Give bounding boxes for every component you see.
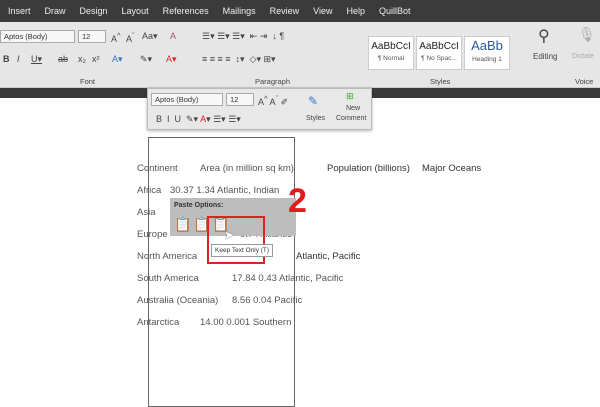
row-name: North America <box>137 251 198 262</box>
new-comment-label-1[interactable]: New <box>346 105 360 112</box>
row-values: Atlantic, Pacific <box>296 251 361 262</box>
dictate-button[interactable]: Dictate <box>572 53 594 60</box>
tab-view[interactable]: View <box>313 6 332 16</box>
header-continent: Continent <box>137 163 178 174</box>
keep-text-only-tooltip: Keep Text Only (T) <box>211 244 274 257</box>
style-normal[interactable]: AaBbCcI ¶ Normal <box>368 36 414 70</box>
tab-layout[interactable]: Layout <box>122 6 149 16</box>
header-oceans: Major Oceans <box>422 163 482 174</box>
tab-references[interactable]: References <box>163 6 209 16</box>
mini-format-icons[interactable]: B I U ✎▾ A▾ ☰▾ ☰▾ <box>156 114 241 125</box>
keep-source-formatting-icon[interactable]: 📋 <box>174 216 191 233</box>
style-heading-1[interactable]: AaBb Heading 1 <box>464 36 510 70</box>
tab-mailings[interactable]: Mailings <box>223 6 256 16</box>
style-name: Heading 1 <box>472 56 502 63</box>
mini-font-size[interactable]: 12 <box>226 93 254 106</box>
subscript-icon[interactable]: x₂ <box>78 54 86 64</box>
row-name: Africa <box>137 185 162 196</box>
font-size-select[interactable]: 12 <box>78 30 106 43</box>
row-values: 14.00 0.001 Southern <box>200 317 292 328</box>
header-area: Area (in million sq km) <box>200 163 294 174</box>
row-name: Australia (Oceania) <box>137 295 219 306</box>
underline-icon[interactable]: U▾ <box>31 54 42 65</box>
text-effects-icon[interactable]: A▾ <box>112 54 123 65</box>
header-population: Population (billions) <box>327 163 410 174</box>
search-icon: ⚲ <box>538 28 550 45</box>
shrink-font-icon[interactable]: Aˇ <box>126 31 135 44</box>
bold-icon[interactable]: B <box>3 54 10 64</box>
voice-group-label: Voice <box>575 77 594 86</box>
tab-review[interactable]: Review <box>270 6 300 16</box>
style-name: ¶ No Spac... <box>421 55 457 62</box>
ribbon: Aptos (Body) 12 A^ Aˇ Aa▾ A B I U▾ ab x₂… <box>0 22 600 88</box>
mini-grow-font-icon[interactable]: A^ Aˇ ✐ <box>258 94 288 108</box>
highlight-icon[interactable]: ✎▾ <box>140 54 152 65</box>
style-name: ¶ Normal <box>377 55 405 62</box>
style-preview: AaBbCcI <box>419 41 459 52</box>
font-name-select[interactable]: Aptos (Body) <box>0 30 75 43</box>
row-name: Europe <box>137 229 168 240</box>
row-name: South America <box>137 273 199 284</box>
clear-format-icon[interactable]: A <box>170 31 176 41</box>
row-values: 17.84 0.43 Atlantic, Pacific <box>232 273 344 284</box>
mini-font-name[interactable]: Aptos (Body) <box>151 93 223 106</box>
editing-button[interactable]: Editing <box>533 52 557 61</box>
paste-options-title: Paste Options: <box>174 202 224 209</box>
mouse-cursor-icon: ➤ <box>224 228 235 242</box>
styles-icon[interactable]: ✎ <box>308 94 318 108</box>
ribbon-tabs: Insert Draw Design Layout References Mai… <box>0 0 600 22</box>
grow-font-icon[interactable]: A^ <box>111 31 121 44</box>
style-preview: AaBbCcI <box>371 41 411 52</box>
tab-insert[interactable]: Insert <box>8 6 31 16</box>
text-box-outline <box>148 137 295 407</box>
mini-toolbar: Aptos (Body) 12 A^ Aˇ ✐ B I U ✎▾ A▾ ☰▾ ☰… <box>147 88 372 130</box>
tab-help[interactable]: Help <box>347 6 366 16</box>
alignment-icons[interactable]: ≡ ≡ ≡ ≡ ↕▾ ◇▾ ⊞▾ <box>202 54 276 65</box>
tab-quillbot[interactable]: QuillBot <box>379 6 411 16</box>
italic-icon[interactable]: I <box>17 54 20 64</box>
bullets-icon[interactable]: ☰▾ ☰▾ ☰▾ ⇤ ⇥ ↓ ¶ <box>202 31 284 42</box>
mini-styles-button[interactable]: Styles <box>306 115 325 122</box>
tab-design[interactable]: Design <box>80 6 108 16</box>
superscript-icon[interactable]: x² <box>92 54 100 64</box>
microphone-icon: 🎙 <box>578 26 596 42</box>
styles-group-label: Styles <box>430 77 451 86</box>
change-case-icon[interactable]: Aa▾ <box>142 31 158 42</box>
new-comment-label-2[interactable]: Comment <box>336 115 366 122</box>
step-number-annotation: 2 <box>288 182 307 220</box>
new-comment-icon: ⊞ <box>346 91 354 101</box>
paragraph-group-label: Paragraph <box>255 77 291 86</box>
strikethrough-icon[interactable]: ab <box>58 54 68 64</box>
row-name: Antarctica <box>137 317 180 328</box>
row-values: 30.37 1.34 Atlantic, Indian <box>170 185 280 196</box>
style-preview: AaBb <box>471 38 503 53</box>
font-color-icon[interactable]: A▾ <box>166 54 177 65</box>
row-name: Asia <box>137 207 156 218</box>
font-group-label: Font <box>80 77 96 86</box>
row-values: 8.56 0.04 Pacific <box>232 295 303 306</box>
style-no-spacing[interactable]: AaBbCcI ¶ No Spac... <box>416 36 462 70</box>
tab-draw[interactable]: Draw <box>45 6 66 16</box>
